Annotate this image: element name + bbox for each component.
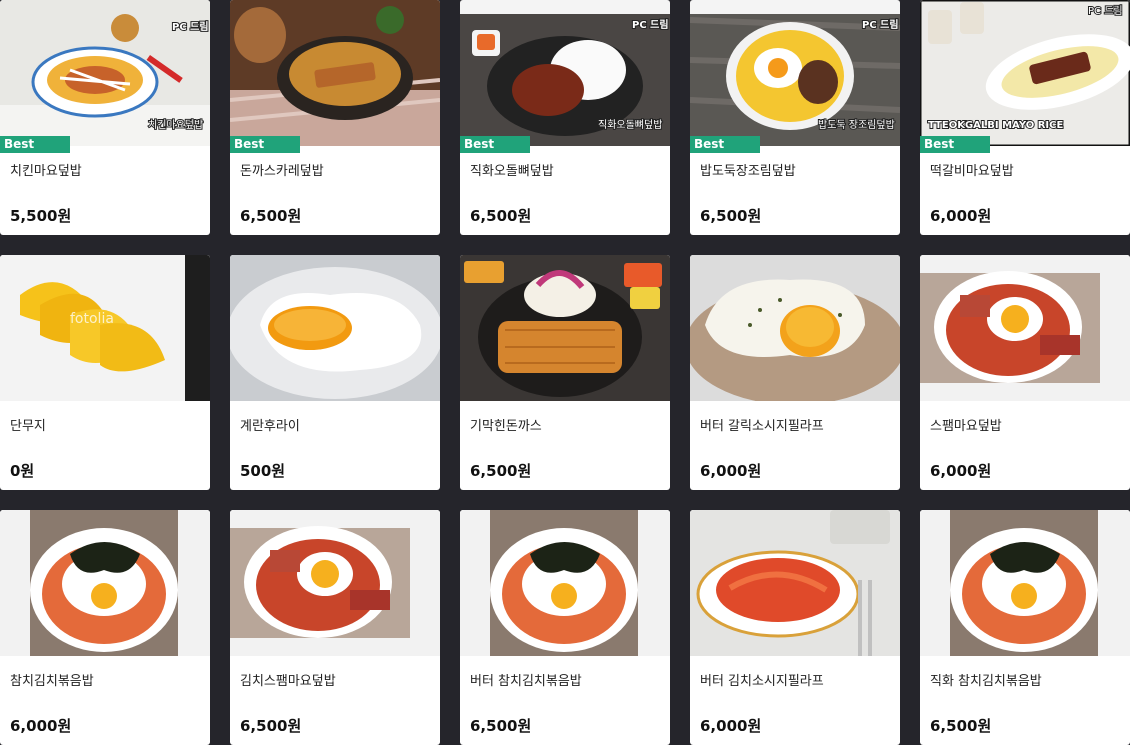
menu-card[interactable]: fotolia 단무지 0원 (0, 255, 210, 490)
menu-name: 치킨마요덮밥 (10, 164, 82, 179)
menu-price: 6,000원 (10, 717, 72, 735)
menu-card[interactable]: Best 돈까스카레덮밥 6,500원 (230, 0, 440, 235)
menu-name: 버터 갈릭소시지필라프 (700, 419, 824, 434)
menu-price: 6,500원 (470, 462, 532, 480)
best-badge: Best (690, 136, 760, 153)
menu-photo: PC 드림 직화오돌뼈덮밥 (460, 0, 670, 146)
menu-card[interactable]: 계란후라이 500원 (230, 255, 440, 490)
menu-photo (920, 255, 1130, 401)
menu-photo: PC 드림 치킨마요덮밥 (0, 0, 210, 146)
best-badge: Best (0, 136, 70, 153)
menu-price: 6,000원 (930, 462, 992, 480)
menu-price: 5,500원 (10, 207, 72, 225)
brand-mark: PC 드림 (1088, 5, 1123, 17)
menu-photo (230, 510, 440, 656)
menu-price: 500원 (240, 462, 286, 480)
menu-price: 6,000원 (700, 717, 762, 735)
menu-price: 6,500원 (470, 207, 532, 225)
menu-photo: fotolia (0, 255, 210, 401)
menu-card[interactable]: PC 드림 TTEOKGALBI MAYO RICE Best 떡갈비마요덮밥 … (920, 0, 1130, 235)
menu-photo: PC 드림 TTEOKGALBI MAYO RICE (920, 0, 1130, 146)
menu-photo (460, 255, 670, 401)
menu-price: 0원 (10, 462, 35, 480)
menu-card[interactable]: 스팸마요덮밥 6,000원 (920, 255, 1130, 490)
menu-name: 스팸마요덮밥 (930, 419, 1002, 434)
brand-mark: PC 드림 (172, 21, 209, 33)
menu-photo (690, 255, 900, 401)
menu-name: 직화오돌뼈덮밥 (470, 164, 554, 179)
menu-price: 6,500원 (930, 717, 992, 735)
watermark: fotolia (70, 311, 114, 327)
menu-price: 6,500원 (240, 717, 302, 735)
best-badge: Best (460, 136, 530, 153)
menu-name: 단무지 (10, 419, 46, 434)
brand-mark: PC 드림 (632, 19, 669, 31)
menu-card[interactable]: PC 드림 밥도둑 장조림덮밥 Best 밥도둑장조림덮밥 6,500원 (690, 0, 900, 235)
menu-price: 6,500원 (470, 717, 532, 735)
menu-price: 6,000원 (930, 207, 992, 225)
menu-price: 6,500원 (240, 207, 302, 225)
menu-name: 돈까스카레덮밥 (240, 164, 324, 179)
menu-card[interactable]: PC 드림 직화오돌뼈덮밥 Best 직화오돌뼈덮밥 6,500원 (460, 0, 670, 235)
menu-card[interactable]: 직화 참치김치볶음밥 6,500원 (920, 510, 1130, 745)
menu-photo (0, 510, 210, 656)
menu-grid: PC 드림 치킨마요덮밥 Best 치킨마요덮밥 5,500원 Best 돈까스… (0, 0, 1130, 745)
menu-photo: PC 드림 밥도둑 장조림덮밥 (690, 0, 900, 146)
menu-card[interactable]: 버터 김치소시지필라프 6,000원 (690, 510, 900, 745)
menu-name: 기막힌돈까스 (470, 419, 542, 434)
menu-card[interactable]: 참치김치볶음밥 6,000원 (0, 510, 210, 745)
menu-card[interactable]: 버터 참치김치볶음밥 6,500원 (460, 510, 670, 745)
menu-card[interactable]: 기막힌돈까스 6,500원 (460, 255, 670, 490)
menu-name: 버터 참치김치볶음밥 (470, 674, 582, 689)
menu-name: 김치스팸마요덮밥 (240, 674, 336, 689)
photo-caption: TTEOKGALBI MAYO RICE (928, 120, 1063, 131)
menu-photo (920, 510, 1130, 656)
menu-name: 계란후라이 (240, 419, 300, 434)
menu-price: 6,000원 (700, 462, 762, 480)
menu-name: 직화 참치김치볶음밥 (930, 674, 1042, 689)
menu-card[interactable]: 김치스팸마요덮밥 6,500원 (230, 510, 440, 745)
brand-mark: PC 드림 (862, 19, 899, 31)
menu-photo (460, 510, 670, 656)
menu-photo (230, 0, 440, 146)
menu-card[interactable]: PC 드림 치킨마요덮밥 Best 치킨마요덮밥 5,500원 (0, 0, 210, 235)
menu-photo (690, 510, 900, 656)
photo-caption: 직화오돌뼈덮밥 (598, 119, 662, 131)
menu-name: 버터 김치소시지필라프 (700, 674, 824, 689)
best-badge: Best (230, 136, 300, 153)
menu-card[interactable]: 버터 갈릭소시지필라프 6,000원 (690, 255, 900, 490)
menu-name: 떡갈비마요덮밥 (930, 164, 1014, 179)
photo-caption: 밥도둑 장조림덮밥 (818, 119, 895, 131)
menu-photo (230, 255, 440, 401)
menu-price: 6,500원 (700, 207, 762, 225)
photo-caption: 치킨마요덮밥 (148, 119, 203, 131)
best-badge: Best (920, 136, 990, 153)
menu-name: 참치김치볶음밥 (10, 674, 94, 689)
menu-name: 밥도둑장조림덮밥 (700, 164, 796, 179)
